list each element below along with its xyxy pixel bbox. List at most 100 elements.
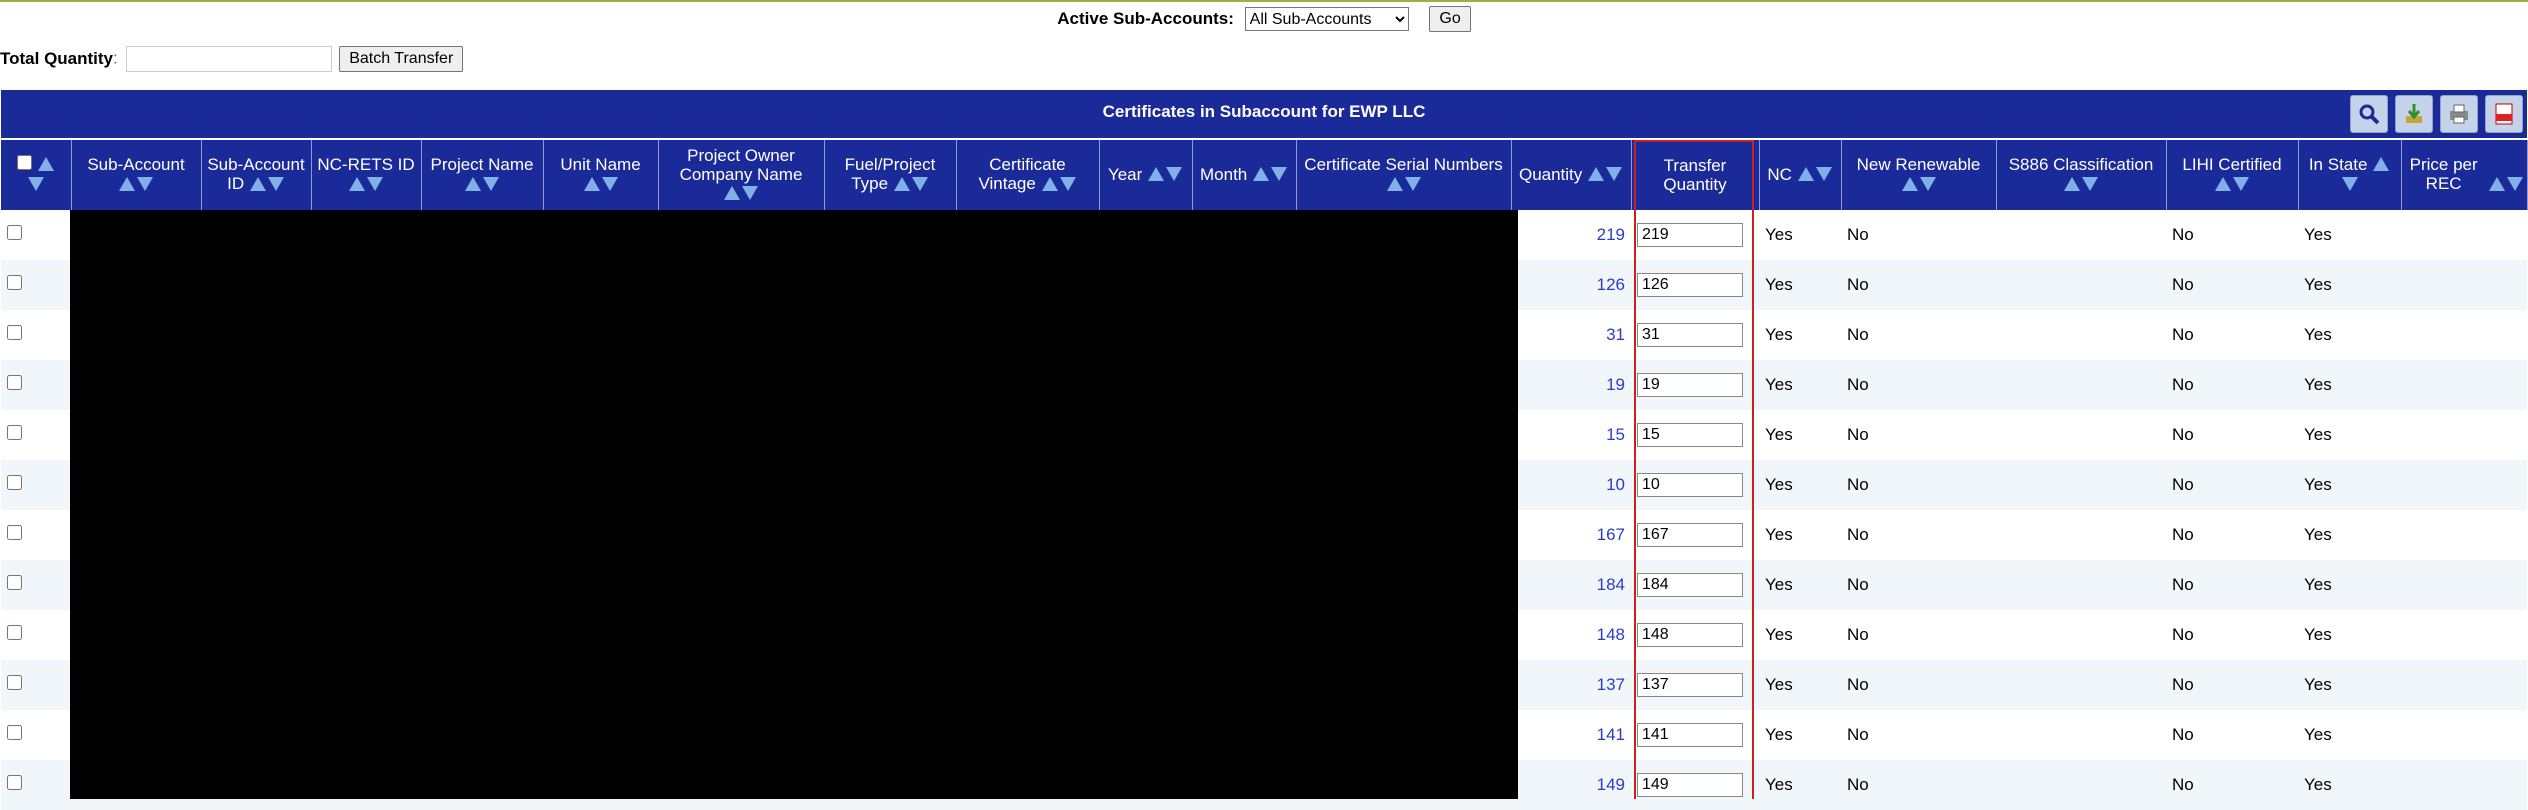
quantity-link[interactable]: 10: [1606, 475, 1625, 494]
sort-asc-icon[interactable]: [465, 176, 481, 191]
print-icon[interactable]: [2440, 95, 2478, 133]
sort-arrows[interactable]: [1147, 166, 1183, 185]
sort-desc-icon[interactable]: [601, 176, 618, 191]
quantity-link[interactable]: 184: [1597, 575, 1625, 594]
export-icon[interactable]: [2395, 95, 2433, 133]
sort-arrows[interactable]: [1587, 166, 1623, 185]
sort-asc-icon[interactable]: [2064, 176, 2080, 191]
col-header-sub-account[interactable]: Sub-Account: [71, 140, 202, 210]
sort-arrows[interactable]: [27, 176, 45, 195]
subaccount-select[interactable]: All Sub-Accounts: [1244, 7, 1409, 31]
col-header-unit-name[interactable]: Unit Name: [543, 140, 659, 210]
row-checkbox[interactable]: [7, 625, 22, 640]
sort-arrows[interactable]: [723, 185, 759, 204]
quantity-link[interactable]: 148: [1597, 625, 1625, 644]
row-checkbox[interactable]: [7, 525, 22, 540]
sort-desc-icon[interactable]: [2082, 176, 2098, 191]
sort-desc-icon[interactable]: [267, 176, 284, 191]
transfer-quantity-input[interactable]: [1637, 723, 1743, 747]
col-header-project-owner[interactable]: Project Owner Company Name: [658, 140, 825, 210]
col-header-fuel-type[interactable]: Fuel/Project Type: [824, 140, 957, 210]
transfer-quantity-input[interactable]: [1637, 423, 1743, 447]
quantity-link[interactable]: 167: [1597, 525, 1625, 544]
transfer-quantity-input[interactable]: [1637, 323, 1743, 347]
transfer-quantity-input[interactable]: [1637, 273, 1743, 297]
sort-asc-icon[interactable]: [1901, 176, 1918, 191]
sort-arrows[interactable]: [1252, 166, 1288, 185]
col-header-nc-rets-id[interactable]: NC-RETS ID: [311, 140, 422, 210]
batch-transfer-button[interactable]: Batch Transfer: [339, 46, 464, 72]
sort-arrows[interactable]: [2372, 156, 2390, 175]
go-button[interactable]: Go: [1429, 6, 1471, 32]
quantity-link[interactable]: 149: [1597, 775, 1625, 794]
sort-desc-icon[interactable]: [1166, 167, 1183, 181]
total-quantity-input[interactable]: [126, 46, 333, 72]
sort-desc-icon[interactable]: [1270, 167, 1287, 181]
sort-desc-icon[interactable]: [2233, 176, 2249, 191]
sort-desc-icon[interactable]: [137, 176, 153, 191]
col-header-price[interactable]: Price per REC: [2401, 140, 2528, 210]
sort-arrows[interactable]: [348, 176, 384, 195]
quantity-link[interactable]: 126: [1597, 275, 1625, 294]
sort-arrows[interactable]: [2488, 176, 2524, 195]
sort-desc-icon[interactable]: [742, 186, 758, 200]
transfer-quantity-input[interactable]: [1637, 573, 1743, 597]
sort-asc-icon[interactable]: [1797, 167, 1814, 181]
sort-asc-icon[interactable]: [724, 186, 740, 200]
col-header-nc[interactable]: NC: [1759, 140, 1842, 210]
col-header-year[interactable]: Year: [1099, 140, 1193, 210]
col-header-month[interactable]: Month: [1192, 140, 1297, 210]
sort-asc-icon[interactable]: [2373, 157, 2390, 171]
sort-asc-icon[interactable]: [583, 176, 600, 191]
sort-asc-icon[interactable]: [119, 176, 135, 191]
sort-arrows[interactable]: [2063, 176, 2099, 195]
sort-asc-icon[interactable]: [1252, 167, 1269, 181]
sort-asc-icon[interactable]: [1386, 176, 1403, 191]
sort-desc-icon[interactable]: [1815, 167, 1832, 181]
sort-asc-icon[interactable]: [249, 176, 266, 191]
sort-asc-icon[interactable]: [893, 176, 910, 191]
sort-asc-icon[interactable]: [1148, 167, 1165, 181]
sort-desc-icon[interactable]: [27, 177, 44, 192]
quantity-link[interactable]: 31: [1606, 325, 1625, 344]
col-header-certificate-vintage[interactable]: Certificate Vintage: [956, 140, 1100, 210]
sort-arrows[interactable]: [1797, 166, 1833, 185]
sort-asc-icon[interactable]: [2489, 176, 2506, 191]
transfer-quantity-input[interactable]: [1637, 473, 1743, 497]
quantity-link[interactable]: 19: [1606, 375, 1625, 394]
sort-arrows[interactable]: [249, 176, 285, 195]
sort-asc-icon[interactable]: [37, 157, 54, 171]
sort-asc-icon[interactable]: [349, 176, 365, 191]
sort-arrows[interactable]: [1041, 176, 1077, 195]
col-header-in-state[interactable]: In State: [2298, 140, 2402, 210]
quantity-link[interactable]: 137: [1597, 675, 1625, 694]
sort-arrows[interactable]: [37, 156, 55, 175]
sort-arrows[interactable]: [1901, 176, 1937, 195]
quantity-link[interactable]: 219: [1597, 225, 1625, 244]
sort-desc-icon[interactable]: [483, 176, 499, 191]
col-header-project-name[interactable]: Project Name: [421, 140, 544, 210]
col-header-lihi[interactable]: LIHI Certified: [2166, 140, 2299, 210]
search-icon[interactable]: [2350, 95, 2388, 133]
col-header-serial-numbers[interactable]: Certificate Serial Numbers: [1296, 140, 1512, 210]
sort-desc-icon[interactable]: [367, 176, 383, 191]
transfer-quantity-input[interactable]: [1637, 773, 1743, 797]
transfer-quantity-input[interactable]: [1637, 623, 1743, 647]
row-checkbox[interactable]: [7, 225, 22, 240]
row-checkbox[interactable]: [7, 475, 22, 490]
sort-arrows[interactable]: [893, 176, 929, 195]
sort-arrows[interactable]: [2341, 176, 2359, 195]
sort-desc-icon[interactable]: [1404, 176, 1421, 191]
transfer-quantity-input[interactable]: [1637, 523, 1743, 547]
transfer-quantity-input[interactable]: [1637, 223, 1743, 247]
sort-desc-icon[interactable]: [1919, 176, 1936, 191]
row-checkbox[interactable]: [7, 725, 22, 740]
row-checkbox[interactable]: [7, 675, 22, 690]
row-checkbox[interactable]: [7, 425, 22, 440]
sort-arrows[interactable]: [2214, 176, 2250, 195]
sort-arrows[interactable]: [118, 176, 154, 195]
quantity-link[interactable]: 141: [1597, 725, 1625, 744]
row-checkbox[interactable]: [7, 325, 22, 340]
transfer-quantity-input[interactable]: [1637, 373, 1743, 397]
col-header-sub-account-id[interactable]: Sub-Account ID: [201, 140, 312, 210]
